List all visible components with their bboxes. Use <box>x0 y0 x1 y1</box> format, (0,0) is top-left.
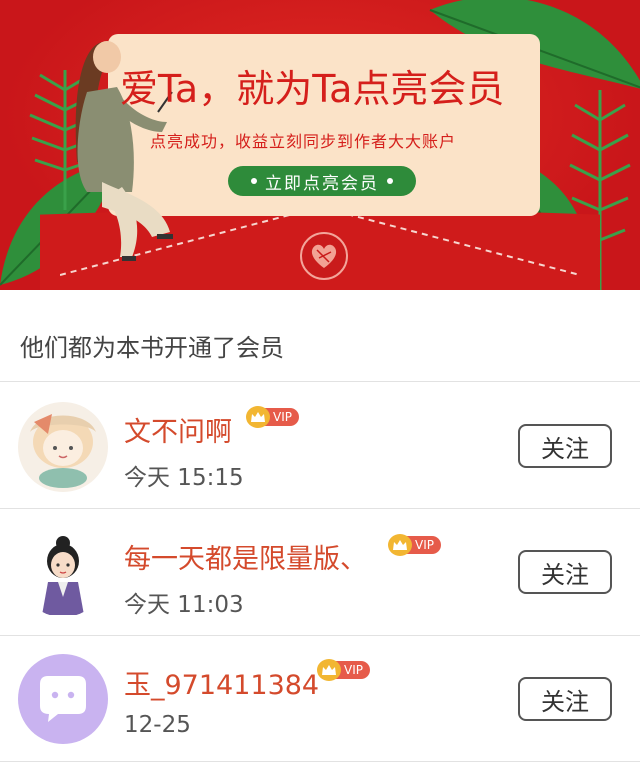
light-up-member-label: 立即点亮会员 <box>265 173 379 194</box>
section-title: 他们都为本书开通了会员 <box>20 334 284 362</box>
banner-subline: 点亮成功，收益立刻同步到作者大大账户 <box>150 132 457 151</box>
button-dot-right <box>387 178 393 184</box>
follow-button[interactable]: 关注 <box>518 424 612 468</box>
member-name[interactable]: 文不问啊 <box>124 410 232 449</box>
follow-button[interactable]: 关注 <box>518 550 612 594</box>
avatar[interactable] <box>18 527 108 617</box>
member-row[interactable]: 玉_971411384 VIP 12-25 关注 <box>0 636 640 762</box>
member-time: 12-25 <box>124 712 191 738</box>
vip-badge: VIP <box>317 659 370 681</box>
vip-badge: VIP <box>388 534 441 556</box>
crown-icon <box>317 659 341 681</box>
avatar[interactable] <box>18 654 108 744</box>
avatar[interactable] <box>18 402 108 492</box>
member-time: 今天 11:03 <box>124 592 244 618</box>
light-up-member-button[interactable]: 立即点亮会员 <box>228 166 416 196</box>
member-name[interactable]: 每一天都是限量版、 <box>124 537 367 576</box>
chat-bubble-icon <box>40 676 86 722</box>
member-row[interactable]: 文不问啊 VIP 今天 15:15 关注 <box>0 382 640 508</box>
button-dot-left <box>251 178 257 184</box>
crown-icon <box>246 406 270 428</box>
heart-seal-icon <box>300 232 348 280</box>
member-name[interactable]: 玉_971411384 <box>124 663 319 702</box>
member-banner[interactable]: 爱Ta，就为Ta点亮会员 点亮成功，收益立刻同步到作者大大账户 立即点亮会员 <box>0 0 640 290</box>
member-time: 今天 15:15 <box>124 465 244 491</box>
follow-button[interactable]: 关注 <box>518 677 612 721</box>
vip-badge: VIP <box>246 406 299 428</box>
banner-headline: 爱Ta，就为Ta点亮会员 <box>120 67 505 111</box>
crown-icon <box>388 534 412 556</box>
member-row[interactable]: 每一天都是限量版、 VIP 今天 11:03 关注 <box>0 509 640 635</box>
divider <box>0 761 640 762</box>
